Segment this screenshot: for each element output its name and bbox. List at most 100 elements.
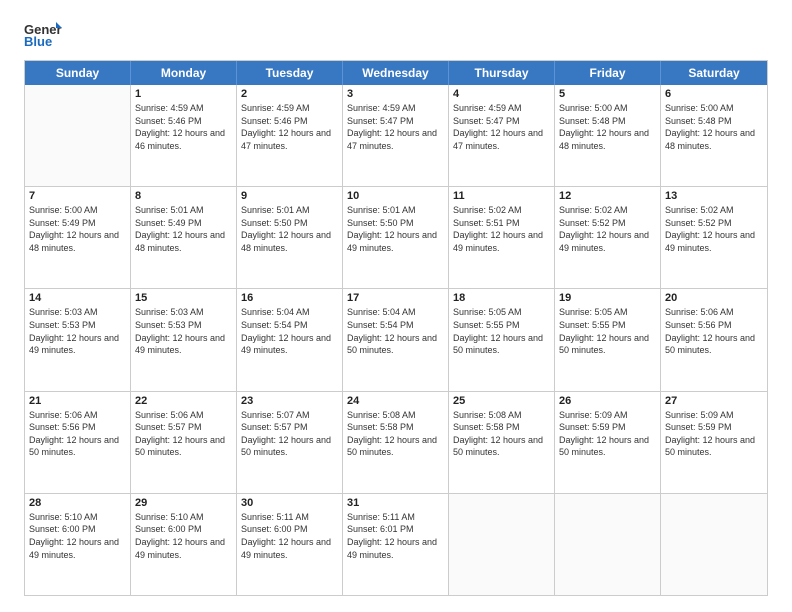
logo-icon: General Blue — [24, 20, 62, 48]
calendar-cell: 26Sunrise: 5:09 AMSunset: 5:59 PMDayligh… — [555, 392, 661, 493]
calendar-cell: 21 Sunrise: 5:06 AMSunset: 5:56 PMDayligh… — [25, 392, 131, 493]
header-day: Saturday — [661, 61, 767, 85]
cell-info: Sunrise: 5:06 AMSunset: 5:56 PMDaylight:… — [665, 306, 763, 356]
day-number: 18 — [453, 292, 550, 304]
calendar-cell: 19Sunrise: 5:05 AMSunset: 5:55 PMDayligh… — [555, 289, 661, 390]
calendar-cell: 2 Sunrise: 4:59 AMSunset: 5:46 PMDaylight… — [237, 85, 343, 186]
calendar-cell: 9 Sunrise: 5:01 AMSunset: 5:50 PMDaylight… — [237, 187, 343, 288]
header: General Blue — [24, 20, 768, 48]
day-number: 27 — [665, 395, 763, 407]
logo: General Blue — [24, 20, 62, 48]
calendar-cell: 12Sunrise: 5:02 AMSunset: 5:52 PMDayligh… — [555, 187, 661, 288]
cell-info: Sunrise: 5:10 AMSunset: 6:00 PMDaylight:… — [29, 511, 126, 561]
day-number: 11 — [453, 190, 550, 202]
day-number: 31 — [347, 497, 444, 509]
day-number: 13 — [665, 190, 763, 202]
calendar-cell: 14 Sunrise: 5:03 AMSunset: 5:53 PMDayligh… — [25, 289, 131, 390]
calendar-cell: 17 Sunrise: 5:04 AMSunset: 5:54 PMDayligh… — [343, 289, 449, 390]
calendar-cell: 5 Sunrise: 5:00 AMSunset: 5:48 PMDaylight… — [555, 85, 661, 186]
calendar-cell: 7Sunrise: 5:00 AMSunset: 5:49 PMDaylight… — [25, 187, 131, 288]
calendar-cell: 3 Sunrise: 4:59 AMSunset: 5:47 PMDaylight… — [343, 85, 449, 186]
cell-info: Sunrise: 5:08 AMSunset: 5:58 PMDaylight:… — [453, 409, 550, 459]
day-number: 14 — [29, 292, 126, 304]
cell-info: Sunrise: 5:03 AMSunset: 5:53 PMDaylight:… — [29, 306, 126, 356]
day-number: 19 — [559, 292, 656, 304]
cell-info: Sunrise: 5:00 AMSunset: 5:48 PMDaylight:… — [665, 102, 763, 152]
header-day: Tuesday — [237, 61, 343, 85]
cell-info: Sunrise: 5:09 AMSunset: 5:59 PMDaylight:… — [559, 409, 656, 459]
day-number: 6 — [665, 88, 763, 100]
cell-info: Sunrise: 5:02 AMSunset: 5:51 PMDaylight:… — [453, 204, 550, 254]
calendar-cell: 13 Sunrise: 5:02 AMSunset: 5:52 PMDayligh… — [661, 187, 767, 288]
cell-info: Sunrise: 5:02 AMSunset: 5:52 PMDaylight:… — [559, 204, 656, 254]
day-number: 3 — [347, 88, 444, 100]
day-number: 30 — [241, 497, 338, 509]
cell-info: Sunrise: 5:11 AMSunset: 6:00 PMDaylight:… — [241, 511, 338, 561]
calendar-cell: 4Sunrise: 4:59 AMSunset: 5:47 PMDaylight… — [449, 85, 555, 186]
calendar-cell: 10 Sunrise: 5:01 AMSunset: 5:50 PMDayligh… — [343, 187, 449, 288]
cell-info: Sunrise: 5:00 AMSunset: 5:48 PMDaylight:… — [559, 102, 656, 152]
calendar-cell: 30 Sunrise: 5:11 AMSunset: 6:00 PMDayligh… — [237, 494, 343, 595]
day-number: 4 — [453, 88, 550, 100]
day-number: 17 — [347, 292, 444, 304]
cell-info: Sunrise: 5:02 AMSunset: 5:52 PMDaylight:… — [665, 204, 763, 254]
day-number: 25 — [453, 395, 550, 407]
calendar-cell: 8 Sunrise: 5:01 AMSunset: 5:49 PMDaylight… — [131, 187, 237, 288]
page: General Blue SundayMondayTuesdayWednesda… — [0, 0, 792, 612]
header-day: Friday — [555, 61, 661, 85]
cell-info: Sunrise: 5:01 AMSunset: 5:50 PMDaylight:… — [241, 204, 338, 254]
cell-info: Sunrise: 5:10 AMSunset: 6:00 PMDaylight:… — [135, 511, 232, 561]
day-number: 22 — [135, 395, 232, 407]
cell-info: Sunrise: 4:59 AMSunset: 5:47 PMDaylight:… — [347, 102, 444, 152]
calendar-cell: 15Sunrise: 5:03 AMSunset: 5:53 PMDayligh… — [131, 289, 237, 390]
cell-info: Sunrise: 5:04 AMSunset: 5:54 PMDaylight:… — [347, 306, 444, 356]
calendar-cell: 28 Sunrise: 5:10 AMSunset: 6:00 PMDayligh… — [25, 494, 131, 595]
calendar-header: SundayMondayTuesdayWednesdayThursdayFrid… — [25, 61, 767, 85]
cell-info: Sunrise: 5:05 AMSunset: 5:55 PMDaylight:… — [453, 306, 550, 356]
day-number: 24 — [347, 395, 444, 407]
calendar-cell: 25 Sunrise: 5:08 AMSunset: 5:58 PMDayligh… — [449, 392, 555, 493]
day-number: 21 — [29, 395, 126, 407]
cell-info: Sunrise: 5:04 AMSunset: 5:54 PMDaylight:… — [241, 306, 338, 356]
day-number: 1 — [135, 88, 232, 100]
calendar-row: 21 Sunrise: 5:06 AMSunset: 5:56 PMDayligh… — [25, 391, 767, 493]
day-number: 8 — [135, 190, 232, 202]
day-number: 28 — [29, 497, 126, 509]
cell-info: Sunrise: 5:01 AMSunset: 5:49 PMDaylight:… — [135, 204, 232, 254]
calendar-row: 1 Sunrise: 4:59 AMSunset: 5:46 PMDaylight… — [25, 85, 767, 186]
calendar-row: 7Sunrise: 5:00 AMSunset: 5:49 PMDaylight… — [25, 186, 767, 288]
cell-info: Sunrise: 4:59 AMSunset: 5:46 PMDaylight:… — [241, 102, 338, 152]
calendar-cell: 20 Sunrise: 5:06 AMSunset: 5:56 PMDayligh… — [661, 289, 767, 390]
logo-row: General Blue — [24, 20, 62, 48]
header-day: Sunday — [25, 61, 131, 85]
calendar-cell: 24 Sunrise: 5:08 AMSunset: 5:58 PMDayligh… — [343, 392, 449, 493]
cell-info: Sunrise: 5:03 AMSunset: 5:53 PMDaylight:… — [135, 306, 232, 356]
calendar-cell — [661, 494, 767, 595]
cell-info: Sunrise: 5:06 AMSunset: 5:57 PMDaylight:… — [135, 409, 232, 459]
calendar-cell: 22 Sunrise: 5:06 AMSunset: 5:57 PMDayligh… — [131, 392, 237, 493]
calendar-cell: 31Sunrise: 5:11 AMSunset: 6:01 PMDayligh… — [343, 494, 449, 595]
calendar-cell — [555, 494, 661, 595]
calendar-cell: 16 Sunrise: 5:04 AMSunset: 5:54 PMDayligh… — [237, 289, 343, 390]
svg-text:Blue: Blue — [24, 34, 52, 48]
calendar-body: 1 Sunrise: 4:59 AMSunset: 5:46 PMDaylight… — [25, 85, 767, 595]
header-day: Monday — [131, 61, 237, 85]
day-number: 23 — [241, 395, 338, 407]
calendar-cell: 18 Sunrise: 5:05 AMSunset: 5:55 PMDayligh… — [449, 289, 555, 390]
calendar-cell: 6 Sunrise: 5:00 AMSunset: 5:48 PMDaylight… — [661, 85, 767, 186]
cell-info: Sunrise: 5:01 AMSunset: 5:50 PMDaylight:… — [347, 204, 444, 254]
day-number: 2 — [241, 88, 338, 100]
day-number: 5 — [559, 88, 656, 100]
day-number: 9 — [241, 190, 338, 202]
calendar-cell: 1Sunrise: 4:59 AMSunset: 5:46 PMDaylight… — [131, 85, 237, 186]
header-day: Wednesday — [343, 61, 449, 85]
header-day: Thursday — [449, 61, 555, 85]
day-number: 10 — [347, 190, 444, 202]
cell-info: Sunrise: 5:00 AMSunset: 5:49 PMDaylight:… — [29, 204, 126, 254]
cell-info: Sunrise: 5:07 AMSunset: 5:57 PMDaylight:… — [241, 409, 338, 459]
calendar-cell — [25, 85, 131, 186]
cell-info: Sunrise: 5:06 AMSunset: 5:56 PMDaylight:… — [29, 409, 126, 459]
cell-info: Sunrise: 5:08 AMSunset: 5:58 PMDaylight:… — [347, 409, 444, 459]
day-number: 20 — [665, 292, 763, 304]
day-number: 16 — [241, 292, 338, 304]
